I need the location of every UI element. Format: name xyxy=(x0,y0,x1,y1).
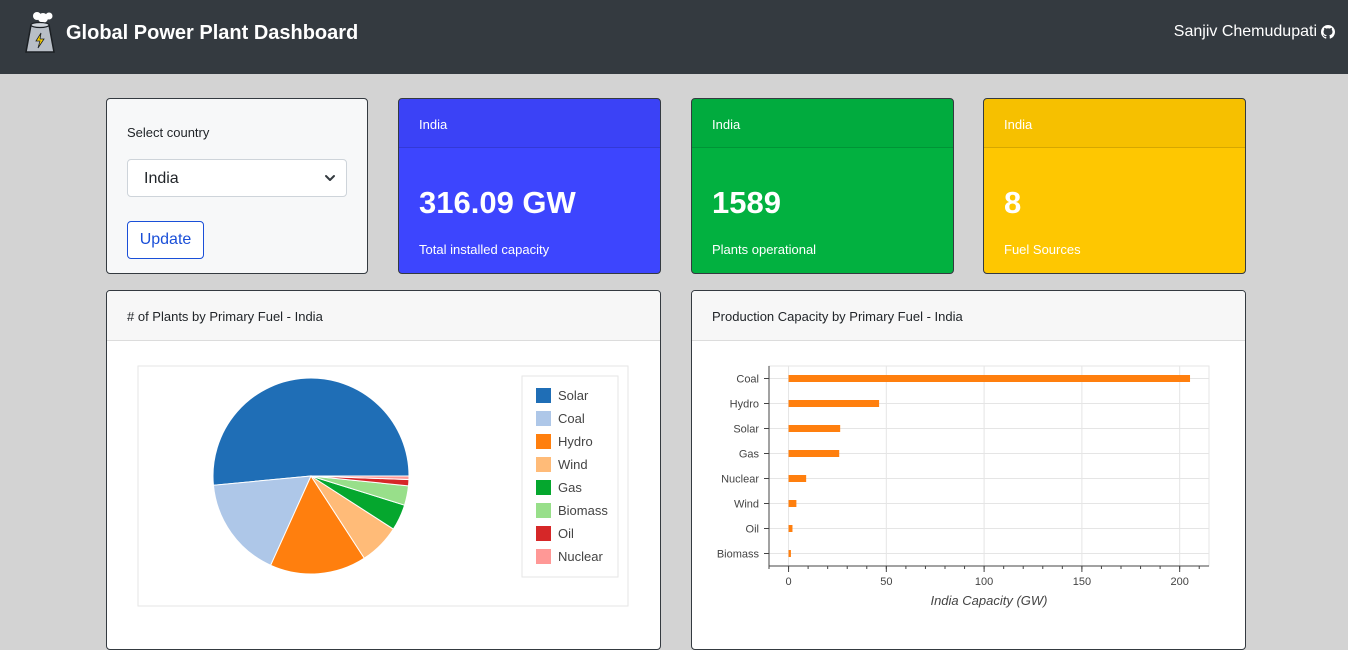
capacity-by-fuel-card: Production Capacity by Primary Fuel - In… xyxy=(691,290,1246,650)
country-select-card: Select country India Update xyxy=(106,98,368,274)
legend-label-gas: Gas xyxy=(558,480,582,495)
legend-label-biomass: Biomass xyxy=(558,503,608,518)
x-tick-label: 50 xyxy=(880,576,892,588)
plants-by-fuel-card: # of Plants by Primary Fuel - India Sola… xyxy=(106,290,661,650)
update-button[interactable]: Update xyxy=(127,221,204,259)
y-tick-label: Gas xyxy=(739,449,760,461)
y-tick-label: Coal xyxy=(736,374,759,386)
legend-label-solar: Solar xyxy=(558,388,589,403)
y-tick-label: Oil xyxy=(746,524,759,536)
stat-caption: Fuel Sources xyxy=(1004,242,1081,257)
stat-card-header: India xyxy=(692,99,953,148)
pie-chart[interactable]: Solar Coal Hydro Wind Gas Biomass Oil Nuclear xyxy=(107,341,661,650)
stat-country: India xyxy=(1004,117,1033,132)
y-tick-label: Nuclear xyxy=(721,474,759,486)
legend-swatch-oil xyxy=(536,526,551,541)
stat-value: 1589 xyxy=(712,185,781,220)
stat-country: India xyxy=(712,117,741,132)
plot-area xyxy=(768,365,1210,567)
y-tick-label: Hydro xyxy=(730,399,759,411)
stat-caption: Total installed capacity xyxy=(419,242,550,257)
chart-card-header: # of Plants by Primary Fuel - India xyxy=(107,291,660,341)
user-profile-link[interactable]: Sanjiv Chemudupati xyxy=(1174,23,1335,41)
bar-chart[interactable]: Coal Hydro Solar Gas Nuclear Wind Oil Biomass 0 5… xyxy=(692,341,1246,650)
country-dropdown-value: India xyxy=(144,170,179,187)
bar-nuclear[interactable] xyxy=(788,475,807,482)
stat-caption: Plants operational xyxy=(712,242,817,257)
legend-label-wind: Wind xyxy=(558,457,588,472)
stat-country: India xyxy=(419,117,448,132)
legend-label-nuclear: Nuclear xyxy=(558,549,603,564)
y-tick-label: Solar xyxy=(733,424,759,436)
stat-value: 316.09 GW xyxy=(419,185,576,220)
legend-swatch-biomass xyxy=(536,503,551,518)
bar-solar[interactable] xyxy=(788,425,841,432)
x-tick-label: 0 xyxy=(785,576,791,588)
bar-wind[interactable] xyxy=(788,500,797,507)
legend-swatch-hydro xyxy=(536,434,551,449)
x-tick-label: 100 xyxy=(975,576,993,588)
fuel-sources-stat-card: India 8 Fuel Sources xyxy=(983,98,1246,274)
legend-swatch-gas xyxy=(536,480,551,495)
bar-oil[interactable] xyxy=(788,525,793,532)
bar-coal[interactable] xyxy=(788,375,1191,382)
legend-swatch-nuclear xyxy=(536,549,551,564)
chart-card-title: # of Plants by Primary Fuel - India xyxy=(127,309,323,324)
x-tick-label: 200 xyxy=(1170,576,1188,588)
stat-value: 8 xyxy=(1004,185,1022,220)
y-tick-label: Wind xyxy=(734,499,759,511)
legend-swatch-wind xyxy=(536,457,551,472)
legend-swatch-coal xyxy=(536,411,551,426)
x-axis-label: India Capacity (GW) xyxy=(930,593,1047,608)
capacity-stat-card: India 316.09 GW Total installed capacity xyxy=(398,98,661,274)
legend-label-oil: Oil xyxy=(558,526,574,541)
user-name: Sanjiv Chemudupati xyxy=(1173,23,1317,40)
legend-swatch-solar xyxy=(536,388,551,403)
chart-card-header: Production Capacity by Primary Fuel - In… xyxy=(692,291,1245,341)
x-tick-label: 150 xyxy=(1073,576,1091,588)
country-dropdown[interactable]: India xyxy=(127,159,347,197)
stat-card-header: India xyxy=(984,99,1245,148)
chart-card-title: Production Capacity by Primary Fuel - In… xyxy=(712,309,963,324)
chevron-down-icon xyxy=(325,175,335,181)
app-title: Global Power Plant Dashboard xyxy=(66,22,359,44)
legend-label-hydro: Hydro xyxy=(558,434,593,449)
bar-biomass[interactable] xyxy=(788,550,791,557)
pie-legend xyxy=(521,375,619,578)
y-tick-label: Biomass xyxy=(717,549,760,561)
top-navbar: Global Power Plant Dashboard Sanjiv Chem… xyxy=(0,0,1348,74)
power-plant-icon xyxy=(25,12,55,53)
select-country-label: Select country xyxy=(127,125,210,140)
bar-gas[interactable] xyxy=(788,450,840,457)
github-icon xyxy=(1321,25,1335,39)
legend-label-coal: Coal xyxy=(558,411,585,426)
stat-card-header: India xyxy=(399,99,660,148)
bar-hydro[interactable] xyxy=(788,400,880,407)
plants-stat-card: India 1589 Plants operational xyxy=(691,98,954,274)
